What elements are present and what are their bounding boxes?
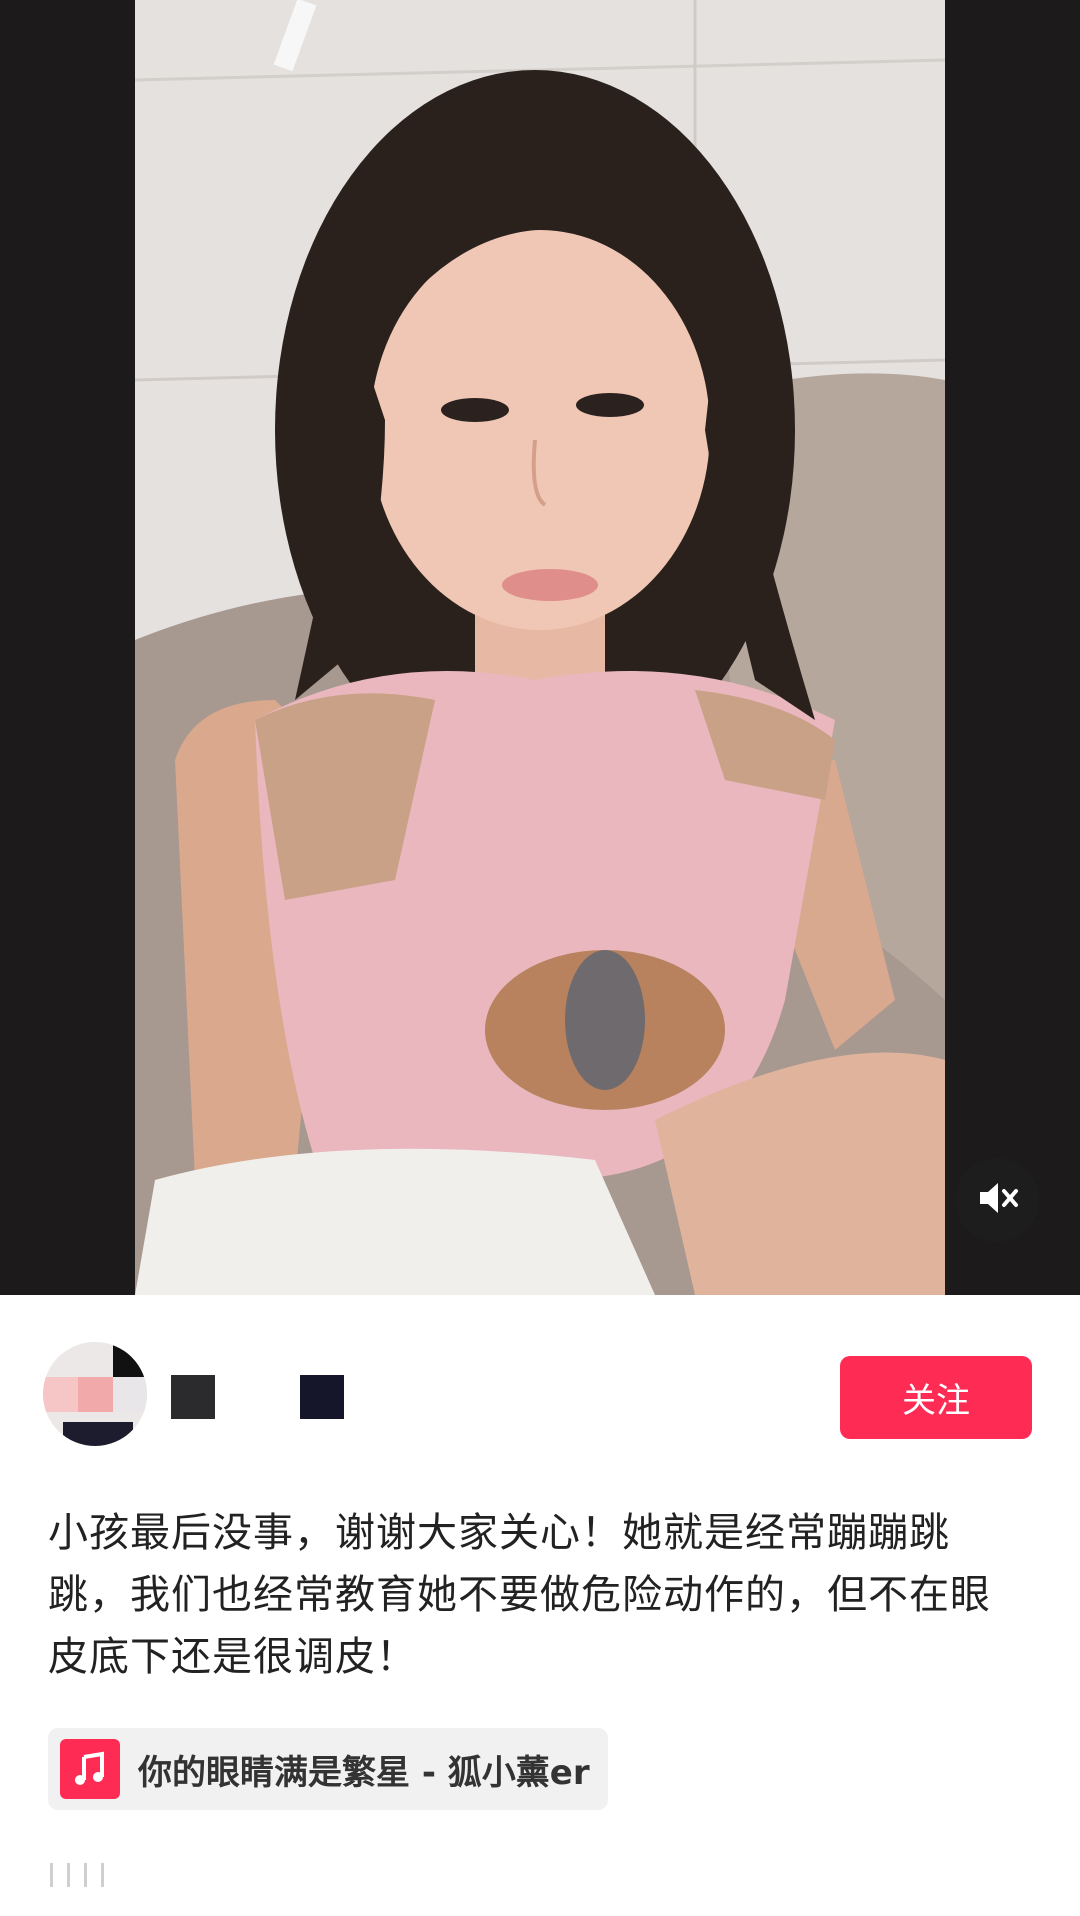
- mute-button[interactable]: [955, 1158, 1039, 1242]
- scroll-indicator: [50, 1863, 104, 1887]
- video-player[interactable]: [0, 0, 1080, 1295]
- music-title: 你的眼睛满是繁星 - 狐小薰er: [138, 1752, 590, 1793]
- follow-button[interactable]: 关注: [840, 1356, 1032, 1439]
- video-frame[interactable]: [135, 0, 945, 1295]
- music-note-icon: [60, 1739, 120, 1799]
- avatar[interactable]: [43, 1342, 147, 1446]
- speaker-muted-icon: [974, 1175, 1020, 1225]
- video-still: [135, 0, 945, 1295]
- music-tag[interactable]: 你的眼睛满是繁星 - 狐小薰er: [48, 1728, 608, 1810]
- post-caption: 小孩最后没事，谢谢大家关心！她就是经常蹦蹦跳跳，我们也经常教育她不要做危险动作的…: [48, 1510, 991, 1680]
- username-redacted-2: [300, 1375, 344, 1419]
- username-redacted-1: [171, 1375, 215, 1419]
